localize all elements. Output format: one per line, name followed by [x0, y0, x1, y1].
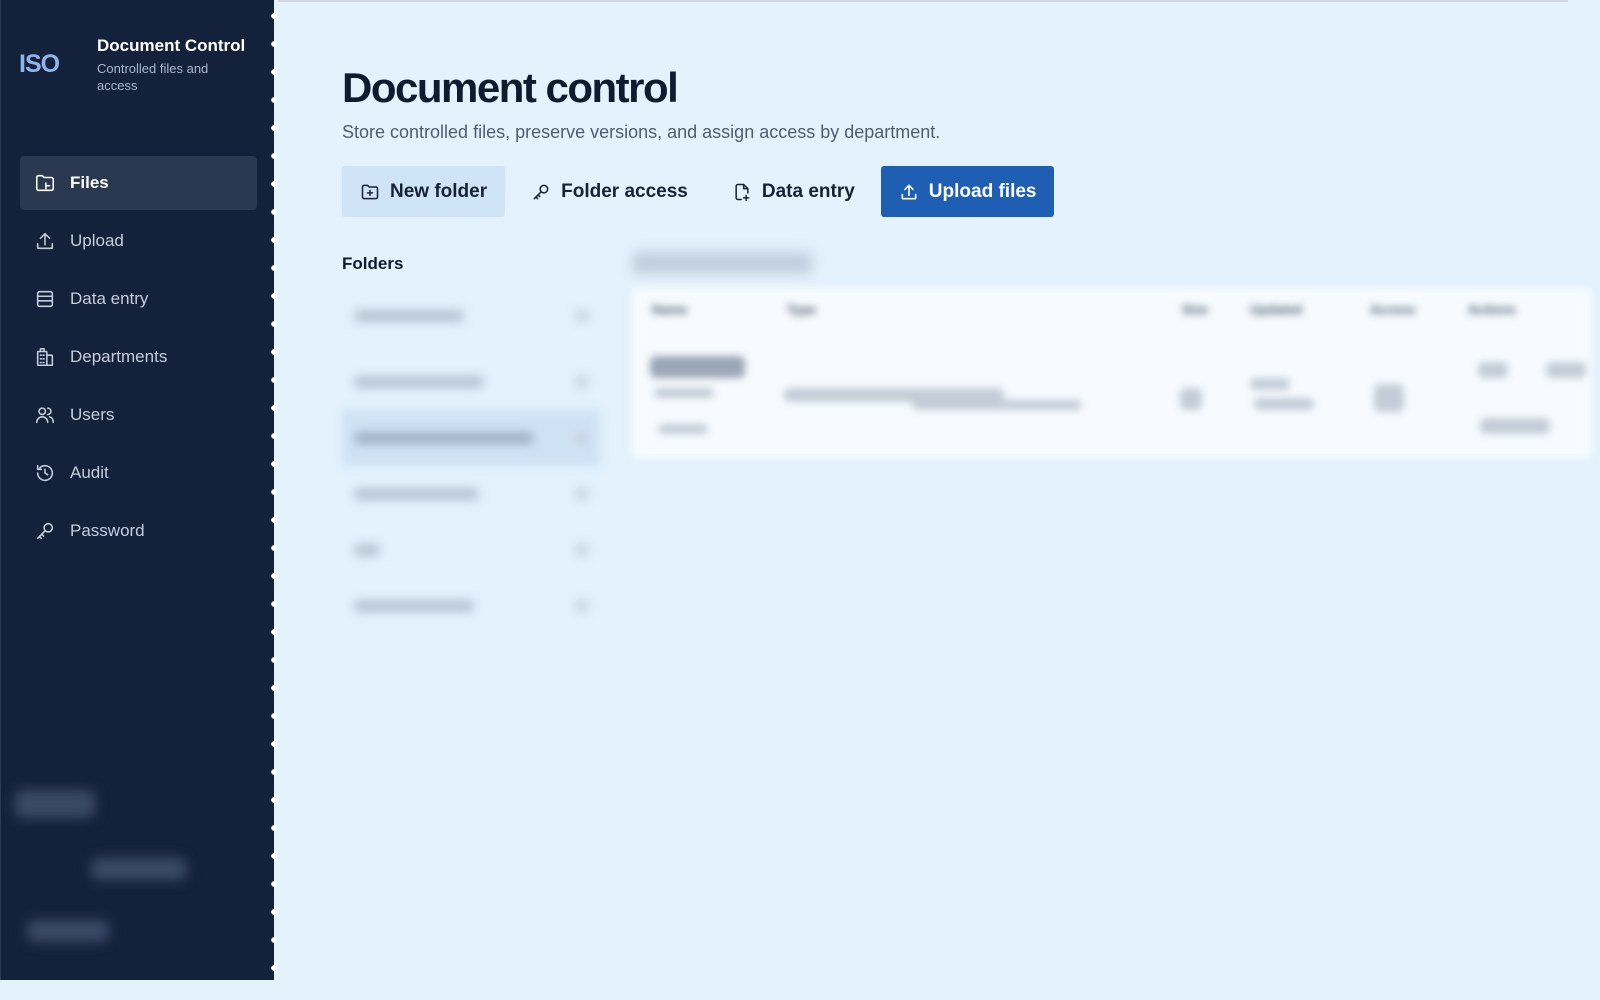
brand-logo: ISO	[19, 50, 60, 78]
upload-files-label: Upload files	[928, 180, 1037, 202]
folder-list	[342, 288, 600, 634]
sidebar-item-data-entry[interactable]: Data entry	[20, 272, 257, 326]
brand-subtitle: Controlled files and access	[97, 61, 209, 93]
column-header-actions[interactable]: Actions	[1468, 302, 1516, 317]
page-title: Document control	[342, 64, 679, 111]
folders-heading: Folders	[342, 254, 404, 273]
new-folder-button[interactable]: New folder	[342, 166, 506, 217]
sidebar-item-password[interactable]: Password	[20, 504, 257, 558]
folder-plus-icon	[361, 184, 379, 199]
files-table: Name Type Size Updated Access Actions	[632, 288, 1592, 458]
folder-access-button[interactable]: Folder access	[505, 166, 706, 217]
top-border	[278, 0, 1568, 2]
file-plus-icon	[735, 183, 750, 201]
folder-item[interactable]	[342, 288, 600, 344]
sidebar-item-users[interactable]: Users	[20, 388, 257, 442]
sidebar-item-label: Data entry	[70, 289, 149, 308]
column-header-access[interactable]: Access	[1370, 302, 1416, 317]
sidebar-item-audit[interactable]: Audit	[20, 446, 257, 500]
users-icon	[35, 407, 55, 424]
brand-title: Document Control	[97, 36, 246, 55]
sidebar-item-label: Users	[70, 405, 115, 424]
folder-access-label: Folder access	[561, 180, 688, 202]
key-icon	[36, 522, 54, 540]
history-icon	[36, 464, 54, 482]
upload-files-button[interactable]: Upload files	[880, 166, 1055, 217]
sidebar: ISO Document Control Controlled files an…	[0, 0, 274, 980]
blurred-files-heading	[632, 252, 812, 274]
column-header-name[interactable]: Name	[652, 302, 687, 317]
sidebar-item-files[interactable]: Files	[20, 156, 257, 210]
upload-icon	[901, 184, 917, 199]
folder-item[interactable]	[342, 466, 600, 522]
action-toolbar: New folder Folder access Data entry Uplo…	[342, 166, 1055, 217]
blurred-sidebar-action	[91, 858, 187, 880]
column-header-size[interactable]: Size	[1182, 302, 1208, 317]
column-header-updated[interactable]: Updated	[1250, 302, 1302, 317]
folder-item[interactable]	[342, 410, 600, 466]
sidebar-item-label: Departments	[70, 347, 168, 366]
sidebar-item-label: Upload	[70, 231, 124, 250]
new-folder-label: New folder	[390, 180, 488, 202]
blurred-sidebar-action	[27, 920, 109, 942]
folder-item[interactable]	[342, 354, 600, 410]
sidebar-item-label: Files	[70, 173, 109, 192]
sidebar-item-label: Audit	[70, 463, 109, 482]
key-icon	[533, 184, 549, 199]
column-header-type[interactable]: Type	[787, 302, 816, 317]
sidebar-item-upload[interactable]: Upload	[20, 214, 257, 268]
folder-item[interactable]	[342, 522, 600, 578]
building-icon	[36, 347, 54, 367]
sidebar-item-label: Password	[70, 521, 145, 540]
sidebar-item-departments[interactable]: Departments	[20, 330, 257, 384]
folder-file-icon	[35, 174, 55, 192]
upload-icon	[36, 232, 54, 250]
folder-item[interactable]	[342, 578, 600, 634]
table-header: Name Type Size Updated Access Actions	[632, 302, 1592, 324]
sidebar-perforated-edge	[270, 0, 278, 980]
brand: ISO Document Control Controlled files an…	[19, 34, 259, 104]
blurred-user-badge	[15, 790, 95, 818]
sidebar-nav: Files Upload Data entry Departments User…	[20, 156, 257, 562]
page-subtitle: Store controlled files, preserve version…	[342, 122, 941, 142]
data-entry-button[interactable]: Data entry	[706, 166, 873, 217]
main-content: Document control Store controlled files,…	[278, 0, 1592, 980]
data-entry-label: Data entry	[761, 180, 855, 202]
table-icon	[36, 290, 54, 308]
